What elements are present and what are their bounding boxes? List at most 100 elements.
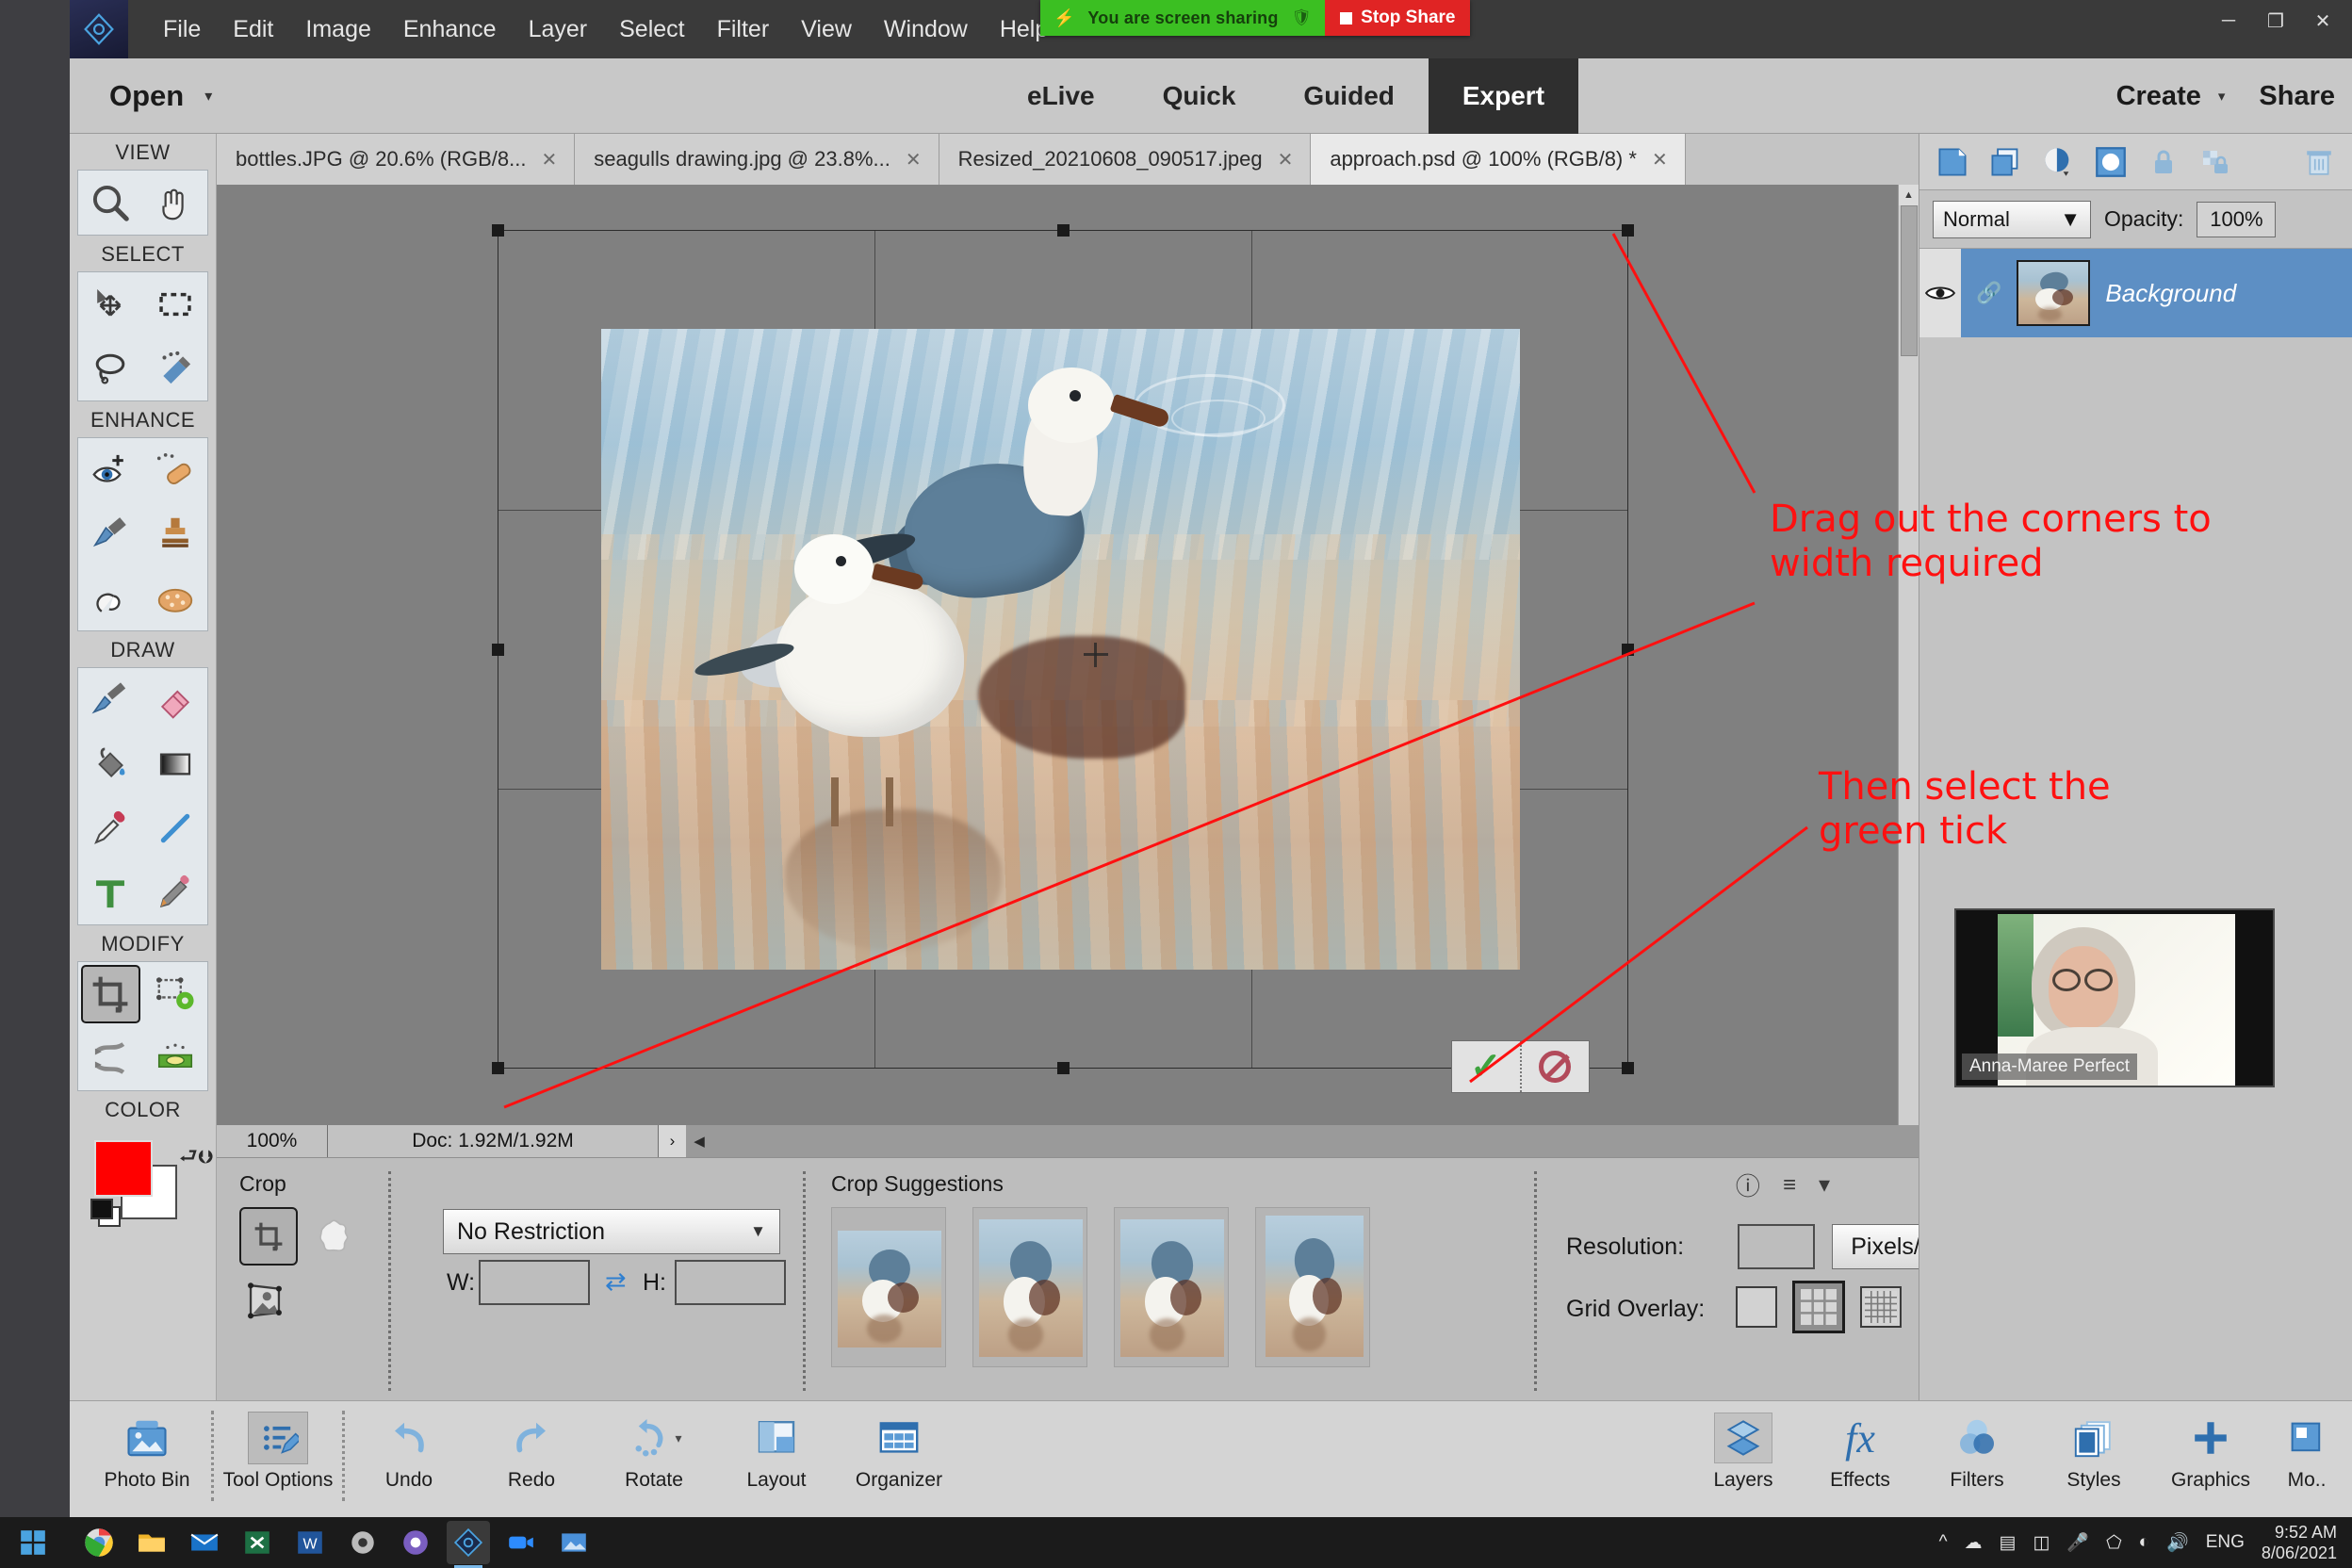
layout-button[interactable]: Layout <box>718 1407 835 1492</box>
scrollbar-thumb[interactable] <box>1901 205 1918 356</box>
crop-handle-bottom-center[interactable] <box>1057 1062 1070 1074</box>
blur-tool[interactable] <box>78 566 143 630</box>
resolution-input[interactable] <box>1738 1224 1815 1269</box>
undo-button[interactable]: Undo <box>351 1407 467 1492</box>
line-tool[interactable] <box>143 796 208 860</box>
blend-mode-dropdown[interactable]: Normal ▼ <box>1933 200 2091 238</box>
gradient-tool[interactable] <box>143 732 208 796</box>
smart-brush-tool[interactable] <box>78 502 143 566</box>
organizer-button[interactable]: Organizer <box>841 1407 957 1492</box>
default-colors-icon[interactable] <box>90 1199 122 1229</box>
opacity-value[interactable]: 100% <box>2197 201 2277 237</box>
chrome-icon[interactable] <box>77 1521 121 1564</box>
photos-icon[interactable] <box>394 1521 437 1564</box>
photoshop-elements-icon[interactable] <box>447 1521 490 1568</box>
tool-options-button[interactable]: Tool Options <box>220 1407 336 1492</box>
clock[interactable]: 9:52 AM 8/06/2021 <box>2262 1522 2337 1564</box>
show-hidden-icons[interactable]: ^ <box>1939 1532 1948 1553</box>
tab-expert[interactable]: Expert <box>1428 58 1579 134</box>
close-icon[interactable]: ✕ <box>1278 148 1294 172</box>
language-indicator[interactable]: ENG <box>2206 1532 2245 1553</box>
crop-suggestion-3[interactable] <box>1114 1207 1229 1367</box>
status-arrow-icon[interactable]: ◀ <box>686 1125 712 1157</box>
clone-stamp-tool[interactable] <box>143 502 208 566</box>
menu-select[interactable]: Select <box>603 10 700 49</box>
cookie-cutter-icon[interactable] <box>311 1213 356 1258</box>
eye-icon[interactable] <box>1919 249 1961 337</box>
hand-tool[interactable] <box>143 171 208 235</box>
brush-tool[interactable] <box>78 668 143 732</box>
quick-selection-tool[interactable] <box>143 336 208 400</box>
menu-filter[interactable]: Filter <box>701 10 786 49</box>
menu-view[interactable]: View <box>785 10 868 49</box>
collapse-icon[interactable]: ▾ <box>1819 1171 1830 1199</box>
color-picker-tool[interactable] <box>78 796 143 860</box>
battery-icon[interactable]: ◫ <box>2033 1532 2050 1554</box>
crop-selection-frame[interactable]: ✓ <box>492 224 1634 1093</box>
tab-quick[interactable]: Quick <box>1129 58 1270 134</box>
paint-bucket-tool[interactable] <box>78 732 143 796</box>
grid-none-option[interactable] <box>1736 1286 1777 1328</box>
onedrive-icon[interactable]: ☁ <box>1964 1532 1982 1554</box>
excel-icon[interactable] <box>236 1521 279 1564</box>
perspective-crop-icon[interactable] <box>239 1273 290 1324</box>
straighten-tool[interactable] <box>143 1026 208 1090</box>
open-button[interactable]: Open ▾ <box>109 79 212 113</box>
zoom-icon[interactable] <box>499 1521 543 1564</box>
zoom-tool[interactable] <box>78 171 143 235</box>
lock-transparency-icon[interactable] <box>2198 144 2234 180</box>
duplicate-layer-icon[interactable] <box>1987 144 2023 180</box>
crop-cancel-button[interactable] <box>1522 1041 1590 1092</box>
layer-mask-icon[interactable] <box>2093 144 2129 180</box>
menu-image[interactable]: Image <box>289 10 386 49</box>
create-chevron-down-icon[interactable]: ▾ <box>2218 88 2226 105</box>
pencil-tool[interactable] <box>143 860 208 924</box>
file-explorer-icon[interactable] <box>130 1521 173 1564</box>
swap-colors-icon[interactable]: ⮐⮋ <box>179 1140 214 1176</box>
adjustment-layer-icon[interactable] <box>2040 144 2076 180</box>
layers-button[interactable]: Layers <box>1685 1407 1802 1492</box>
crop-suggestion-4[interactable] <box>1255 1207 1370 1367</box>
panel-menu-icon[interactable]: ≡ <box>1783 1172 1796 1199</box>
crop-handle-bottom-right[interactable] <box>1622 1062 1634 1074</box>
status-more-icon[interactable]: › <box>658 1125 686 1157</box>
document-tab-seagulls-drawing[interactable]: seagulls drawing.jpg @ 23.8%... ✕ <box>575 134 939 185</box>
foreground-color-swatch[interactable] <box>94 1140 153 1197</box>
crop-tool[interactable] <box>81 965 140 1023</box>
crop-tool-option[interactable] <box>239 1207 298 1266</box>
content-aware-move-tool[interactable] <box>78 1026 143 1090</box>
move-tool[interactable] <box>78 272 143 336</box>
rotate-chevron-down-icon[interactable]: ▾ <box>675 1430 681 1446</box>
crop-handle-middle-right[interactable] <box>1622 644 1634 656</box>
crop-handle-top-center[interactable] <box>1057 224 1070 237</box>
photo-viewer-icon[interactable] <box>552 1521 596 1564</box>
graphics-button[interactable]: Graphics <box>2152 1407 2269 1492</box>
eraser-tool[interactable] <box>143 668 208 732</box>
spot-healing-brush-tool[interactable] <box>143 438 208 502</box>
stop-share-button[interactable]: Stop Share <box>1325 0 1471 36</box>
crop-handle-middle-left[interactable] <box>492 644 504 656</box>
zoom-level[interactable]: 100% <box>217 1125 328 1157</box>
crop-restriction-dropdown[interactable]: No Restriction ▼ <box>443 1209 780 1254</box>
more-button[interactable]: Mo.. <box>2269 1407 2344 1492</box>
filters-button[interactable]: Filters <box>1919 1407 2035 1492</box>
lasso-tool[interactable] <box>78 336 143 400</box>
create-button[interactable]: Create <box>2099 81 2218 112</box>
close-icon[interactable]: ✕ <box>906 148 922 172</box>
wifi-icon[interactable]: ◐ <box>2139 1532 2149 1553</box>
minimize-button[interactable]: ─ <box>2207 4 2250 38</box>
crop-suggestion-1[interactable] <box>831 1207 946 1367</box>
crop-handle-top-right[interactable] <box>1622 224 1634 237</box>
lock-all-icon[interactable] <box>2146 144 2181 180</box>
tab-guided[interactable]: Guided <box>1269 58 1428 134</box>
rotate-button[interactable]: ▾ Rotate <box>596 1407 712 1492</box>
canvas-vertical-scrollbar[interactable]: ▲ <box>1898 185 1919 1125</box>
menu-edit[interactable]: Edit <box>217 10 289 49</box>
word-icon[interactable]: W <box>288 1521 332 1564</box>
share-button[interactable]: Share <box>2242 81 2352 112</box>
menu-window[interactable]: Window <box>868 10 984 49</box>
recompose-tool[interactable] <box>143 962 208 1026</box>
grid-fine-option[interactable] <box>1860 1286 1902 1328</box>
layer-row-background[interactable]: 🔗 Background <box>1919 249 2352 337</box>
type-tool[interactable] <box>78 860 143 924</box>
